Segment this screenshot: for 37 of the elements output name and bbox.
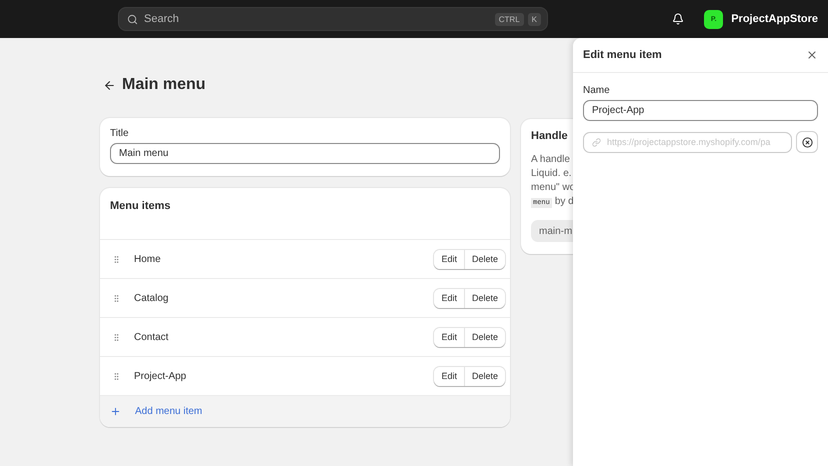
name-input[interactable]: Project-App bbox=[583, 100, 818, 121]
menu-items-heading: Menu items bbox=[110, 200, 171, 212]
search-icon bbox=[127, 14, 138, 24]
drag-handle-icon[interactable] bbox=[112, 294, 121, 302]
shortcut-key: CTRL bbox=[494, 12, 524, 26]
close-icon[interactable] bbox=[806, 49, 818, 61]
handle-description: by d bbox=[554, 196, 574, 207]
drag-handle-icon[interactable] bbox=[112, 372, 121, 380]
clear-icon bbox=[802, 136, 812, 148]
search-field[interactable]: Search CTRL K bbox=[118, 7, 548, 31]
delete-button[interactable]: Delete bbox=[464, 250, 505, 268]
name-label: Name bbox=[583, 85, 611, 96]
link-icon bbox=[592, 138, 601, 146]
delete-button[interactable]: Delete bbox=[464, 366, 505, 386]
drag-handle-icon[interactable] bbox=[112, 254, 121, 264]
shortcut-key: K bbox=[528, 12, 541, 26]
bell-icon[interactable] bbox=[672, 13, 684, 25]
back-icon[interactable] bbox=[103, 78, 116, 92]
panel-title: Edit menu item bbox=[583, 49, 662, 61]
page-title: Main menu bbox=[122, 76, 206, 94]
plus-icon[interactable] bbox=[110, 406, 121, 417]
store-name[interactable]: ProjectAppStore bbox=[731, 13, 818, 25]
handle-heading: Handle bbox=[531, 129, 568, 143]
menu-item-label: Project-App bbox=[134, 370, 186, 382]
handle-description: A handle bbox=[531, 153, 570, 167]
title-input[interactable]: Main menu bbox=[110, 143, 500, 164]
title-label: Title bbox=[110, 128, 130, 139]
clear-button[interactable] bbox=[796, 131, 818, 153]
menu-item-label: Home bbox=[134, 254, 161, 264]
delete-button[interactable]: Delete bbox=[464, 288, 505, 308]
handle-description: Liquid. e. bbox=[531, 167, 572, 181]
menu-item-label: Catalog bbox=[134, 292, 168, 304]
add-menu-item-link[interactable]: Add menu item bbox=[135, 406, 202, 417]
menu-item-label: Contact bbox=[134, 332, 168, 342]
drag-handle-icon[interactable] bbox=[112, 332, 121, 342]
delete-button[interactable]: Delete bbox=[464, 328, 505, 346]
search-placeholder: Search bbox=[144, 13, 179, 25]
